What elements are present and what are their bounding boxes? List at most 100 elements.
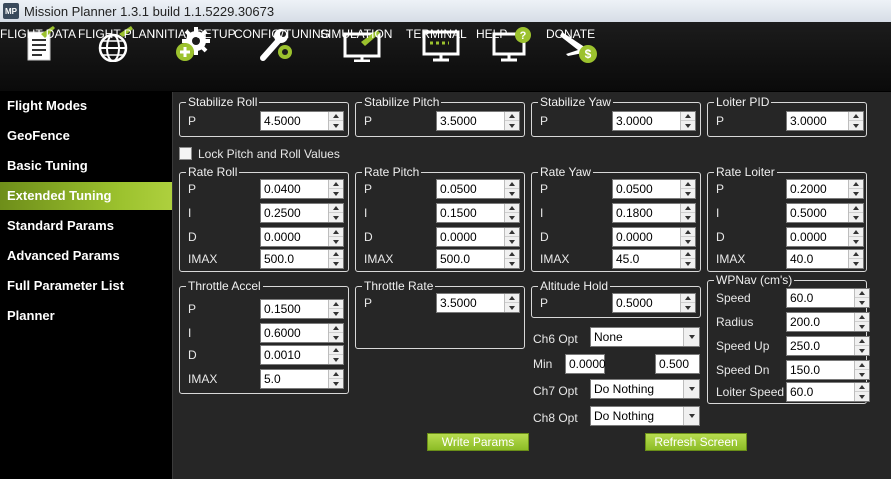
spin-down-icon[interactable] — [855, 298, 869, 307]
spin-up-icon[interactable] — [329, 324, 343, 333]
ch6-max-input[interactable]: 0.500 — [655, 354, 700, 374]
write-params-button[interactable]: Write Params — [427, 433, 529, 451]
spin-up-icon[interactable] — [855, 337, 869, 346]
menu-simulation[interactable]: SIMULATION — [320, 22, 406, 92]
param-spinbox[interactable]: 500.0 — [436, 249, 520, 269]
param-spinbox[interactable]: 0.0000 — [612, 227, 696, 247]
param-spinbox[interactable]: 0.2000 — [786, 179, 864, 199]
param-spinbox[interactable]: 0.2500 — [260, 203, 344, 223]
param-spinbox[interactable]: 200.0 — [786, 312, 870, 332]
spin-down-icon[interactable] — [849, 213, 863, 222]
menu-flight-data[interactable]: FLIGHT DATA — [0, 22, 78, 92]
param-spinbox[interactable]: 3.0000 — [786, 111, 864, 131]
spin-down-icon[interactable] — [329, 309, 343, 318]
spin-down-icon[interactable] — [849, 121, 863, 130]
spin-up-icon[interactable] — [329, 180, 343, 189]
spin-down-icon[interactable] — [505, 303, 519, 312]
spin-up-icon[interactable] — [505, 228, 519, 237]
spin-up-icon[interactable] — [505, 180, 519, 189]
spin-down-icon[interactable] — [681, 237, 695, 246]
spin-up-icon[interactable] — [855, 361, 869, 370]
spin-up-icon[interactable] — [849, 204, 863, 213]
spin-up-icon[interactable] — [505, 294, 519, 303]
spin-up-icon[interactable] — [681, 204, 695, 213]
spin-down-icon[interactable] — [329, 379, 343, 388]
spin-up-icon[interactable] — [855, 289, 869, 298]
spin-down-icon[interactable] — [681, 189, 695, 198]
spin-down-icon[interactable] — [849, 259, 863, 268]
spin-up-icon[interactable] — [505, 250, 519, 259]
param-spinbox[interactable]: 250.0 — [786, 336, 870, 356]
spin-down-icon[interactable] — [681, 259, 695, 268]
spin-up-icon[interactable] — [329, 300, 343, 309]
param-spinbox[interactable]: 0.1800 — [612, 203, 696, 223]
spin-up-icon[interactable] — [505, 204, 519, 213]
spin-down-icon[interactable] — [329, 189, 343, 198]
spin-down-icon[interactable] — [849, 237, 863, 246]
menu-terminal[interactable]: TERMINAL — [406, 22, 476, 92]
sidebar-item-full-parameter-list[interactable]: Full Parameter List — [0, 272, 172, 300]
ch7-opt-select[interactable]: Do Nothing — [590, 379, 700, 399]
spin-up-icon[interactable] — [855, 313, 869, 322]
sidebar-item-standard-params[interactable]: Standard Params — [0, 212, 172, 240]
spin-up-icon[interactable] — [329, 204, 343, 213]
param-spinbox[interactable]: 0.1500 — [260, 299, 344, 319]
spin-down-icon[interactable] — [329, 355, 343, 364]
sidebar-item-geofence[interactable]: GeoFence — [0, 122, 172, 150]
param-spinbox[interactable]: 60.0 — [786, 288, 870, 308]
param-spinbox[interactable]: 0.0000 — [436, 227, 520, 247]
spin-up-icon[interactable] — [329, 228, 343, 237]
spin-up-icon[interactable] — [849, 228, 863, 237]
param-spinbox[interactable]: 0.1500 — [436, 203, 520, 223]
param-spinbox[interactable]: 45.0 — [612, 249, 696, 269]
spin-up-icon[interactable] — [329, 370, 343, 379]
spin-up-icon[interactable] — [505, 112, 519, 121]
spin-up-icon[interactable] — [329, 112, 343, 121]
param-spinbox[interactable]: 3.5000 — [436, 293, 520, 313]
refresh-screen-button[interactable]: Refresh Screen — [645, 433, 747, 451]
param-spinbox[interactable]: 3.0000 — [612, 111, 696, 131]
spin-down-icon[interactable] — [855, 346, 869, 355]
spin-down-icon[interactable] — [855, 392, 869, 401]
sidebar-item-basic-tuning[interactable]: Basic Tuning — [0, 152, 172, 180]
param-spinbox[interactable]: 3.5000 — [436, 111, 520, 131]
spin-down-icon[interactable] — [681, 303, 695, 312]
param-spinbox[interactable]: 0.5000 — [786, 203, 864, 223]
spin-down-icon[interactable] — [329, 237, 343, 246]
spin-down-icon[interactable] — [681, 213, 695, 222]
lock-pitch-roll-checkbox[interactable] — [179, 147, 192, 160]
param-spinbox[interactable]: 5.0 — [260, 369, 344, 389]
spin-up-icon[interactable] — [849, 112, 863, 121]
param-spinbox[interactable]: 0.0400 — [260, 179, 344, 199]
param-spinbox[interactable]: 0.0000 — [260, 227, 344, 247]
spin-down-icon[interactable] — [505, 237, 519, 246]
menu-config-tuning[interactable]: CONFIG/TUNING — [234, 22, 330, 92]
sidebar-item-extended-tuning[interactable]: Extended Tuning — [0, 182, 184, 210]
param-spinbox[interactable]: 0.0010 — [260, 345, 344, 365]
param-spinbox[interactable]: 0.0500 — [436, 179, 520, 199]
menu-help[interactable]: HELP ? — [476, 22, 546, 92]
spin-up-icon[interactable] — [855, 383, 869, 392]
sidebar-item-flight-modes[interactable]: Flight Modes — [0, 92, 172, 120]
ch8-opt-select[interactable]: Do Nothing — [590, 406, 700, 426]
param-spinbox[interactable]: 4.5000 — [260, 111, 344, 131]
spin-down-icon[interactable] — [329, 333, 343, 342]
param-spinbox[interactable]: 0.6000 — [260, 323, 344, 343]
spin-down-icon[interactable] — [505, 213, 519, 222]
menu-flight-plan[interactable]: FLIGHT PLAN — [78, 22, 155, 92]
param-spinbox[interactable]: 60.0 — [786, 382, 870, 402]
param-spinbox[interactable]: 0.0500 — [612, 179, 696, 199]
spin-up-icon[interactable] — [681, 228, 695, 237]
param-spinbox[interactable]: 0.5000 — [612, 293, 696, 313]
param-spinbox[interactable]: 500.0 — [260, 249, 344, 269]
spin-down-icon[interactable] — [505, 259, 519, 268]
spin-up-icon[interactable] — [329, 346, 343, 355]
spin-up-icon[interactable] — [681, 294, 695, 303]
spin-down-icon[interactable] — [329, 213, 343, 222]
sidebar-item-advanced-params[interactable]: Advanced Params — [0, 242, 172, 270]
spin-down-icon[interactable] — [855, 370, 869, 379]
spin-up-icon[interactable] — [681, 112, 695, 121]
menu-initial-setup[interactable]: INITIAL SETUP — [152, 22, 236, 92]
spin-up-icon[interactable] — [681, 180, 695, 189]
spin-up-icon[interactable] — [849, 180, 863, 189]
